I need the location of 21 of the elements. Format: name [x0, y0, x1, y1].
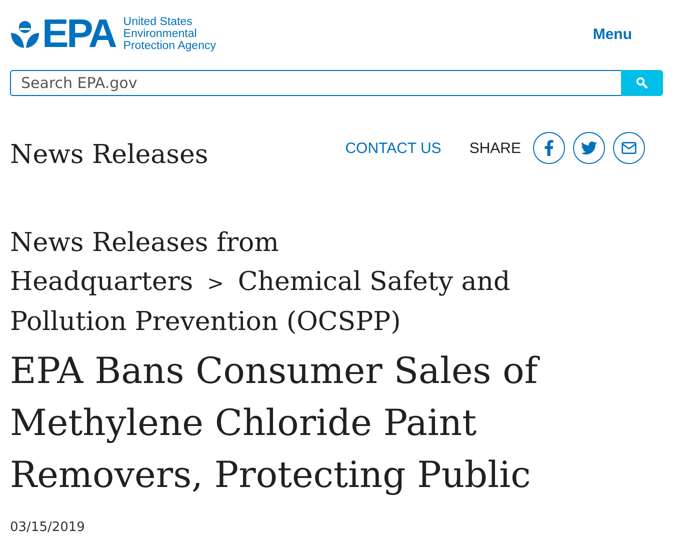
agency-name: United States Environmental Protection Agency	[123, 16, 216, 52]
search-icon	[636, 77, 648, 89]
breadcrumb-link[interactable]: Pollution Prevention (OCSPP)	[10, 307, 401, 337]
logo-icon	[10, 19, 40, 49]
article-date: 03/15/2019	[10, 520, 86, 535]
article-title: EPA Bans Consumer Sales of Methylene Chloride Paint Removers, Protecting Public	[10, 350, 541, 498]
breadcrumb-link[interactable]: Headquarters	[10, 267, 194, 297]
envelope-icon	[621, 140, 637, 156]
bird-icon	[581, 140, 597, 156]
twitter-button[interactable]	[573, 132, 605, 164]
share-label: SHARE	[469, 140, 521, 156]
logo-text[interactable]: EPA	[42, 14, 116, 54]
facebook-button[interactable]	[533, 132, 565, 164]
breadcrumb-separator: >	[207, 271, 224, 295]
search-field[interactable]: Search EPA.gov	[10, 70, 621, 96]
menu-button[interactable]: Menu	[592, 26, 632, 42]
contact-link[interactable]: CONTACT US	[345, 140, 442, 156]
breadcrumb-prefix: News Releases from	[10, 228, 279, 258]
email-button[interactable]	[613, 132, 645, 164]
section-title: News Releases	[10, 140, 208, 170]
breadcrumb-link[interactable]: Chemical Safety and	[238, 267, 510, 297]
